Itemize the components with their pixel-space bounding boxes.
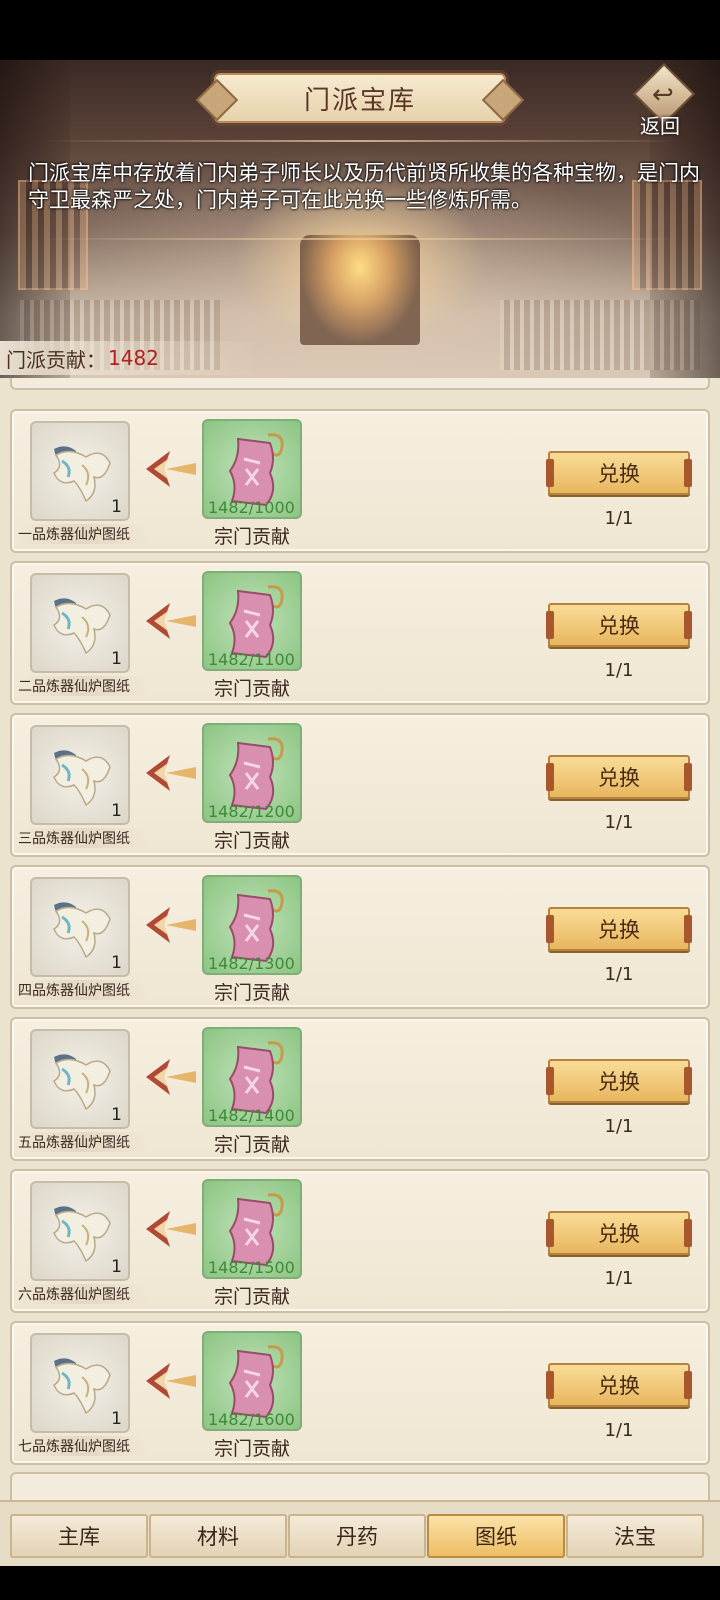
back-chevron-icon: ↩ — [652, 80, 674, 110]
list-item: 1 五品炼器仙炉图纸 1482/1400 宗门贡献 兑换 1/1 — [10, 1017, 710, 1161]
system-nav-strip — [0, 1566, 720, 1600]
cost-item-slot[interactable]: 1482/1000 — [202, 419, 302, 519]
reward-item-slot[interactable]: 1 — [30, 1029, 130, 1129]
cost-name: 宗门贡献 — [213, 678, 290, 700]
reward-item-slot[interactable]: 1 — [30, 1181, 130, 1281]
exchange-button[interactable]: 兑换 — [546, 1059, 692, 1103]
exchange-limit: 1/1 — [604, 1268, 634, 1289]
cost-progress: 1482/1600 — [208, 1410, 295, 1429]
exchange-limit: 1/1 — [604, 660, 634, 681]
page-title: 门派宝库 — [303, 85, 416, 116]
tab-blueprints[interactable]: 图纸 — [427, 1514, 565, 1558]
exchange-button[interactable]: 兑换 — [546, 451, 692, 495]
cost-progress: 1482/1200 — [208, 802, 295, 821]
list-item: 1 七品炼器仙炉图纸 1482/1600 宗门贡献 兑换 1/1 — [10, 1321, 710, 1465]
cost-name: 宗门贡献 — [213, 1134, 290, 1156]
cost-item-slot[interactable]: 1482/1600 — [202, 1331, 302, 1431]
reward-item-slot[interactable]: 1 — [30, 1333, 130, 1433]
background-altar — [300, 235, 420, 345]
tab-materials[interactable]: 材料 — [149, 1514, 287, 1558]
reward-item-slot[interactable]: 1 — [30, 877, 130, 977]
cost-item-slot[interactable]: 1482/1500 — [202, 1179, 302, 1279]
exchange-button[interactable]: 兑换 — [546, 907, 692, 951]
exchange-limit: 1/1 — [604, 964, 634, 985]
divider-top — [40, 140, 680, 142]
cost-item-slot[interactable]: 1482/1100 — [202, 571, 302, 671]
cost-name: 宗门贡献 — [213, 982, 290, 1004]
cost-item-slot[interactable]: 1482/1400 — [202, 1027, 302, 1127]
item-name: 二品炼器仙炉图纸 — [18, 676, 148, 696]
list-item: 1 二品炼器仙炉图纸 1482/1100 宗门贡献 兑换 1/1 — [10, 561, 710, 705]
item-count: 1 — [111, 1409, 122, 1429]
item-count: 1 — [111, 497, 122, 517]
item-name: 三品炼器仙炉图纸 — [18, 828, 148, 848]
contribution-label: 门派贡献： — [6, 347, 106, 372]
list-item: 1 四品炼器仙炉图纸 1482/1300 宗门贡献 兑换 1/1 — [10, 865, 710, 1009]
background-shelf-right — [500, 300, 700, 370]
cost-progress: 1482/1500 — [208, 1258, 295, 1277]
item-count: 1 — [111, 953, 122, 973]
exchange-limit: 1/1 — [604, 508, 634, 529]
item-count: 1 — [111, 801, 122, 821]
item-count: 1 — [111, 1105, 122, 1125]
exchange-limit: 1/1 — [604, 1116, 634, 1137]
cost-item-slot[interactable]: 1482/1200 — [202, 723, 302, 823]
tab-treasures[interactable]: 法宝 — [566, 1514, 704, 1558]
cost-name: 宗门贡献 — [213, 1286, 290, 1308]
tab-pills[interactable]: 丹药 — [288, 1514, 426, 1558]
reward-item-slot[interactable]: 1 — [30, 725, 130, 825]
list-item-partial — [10, 378, 710, 390]
exchange-limit: 1/1 — [604, 812, 634, 833]
vault-description: 门派宝库中存放着门内弟子师长以及历代前贤所收集的各种宝物，是门内守卫最森严之处，… — [28, 161, 700, 212]
contribution-display: 门派贡献： 1482 — [0, 341, 260, 375]
item-name: 一品炼器仙炉图纸 — [18, 524, 148, 544]
exchange-list[interactable]: 1 一品炼器仙炉图纸 1482/1000 宗门贡献 兑换 1/1 1 二品炼器仙… — [0, 378, 720, 1500]
exchange-limit: 1/1 — [604, 1420, 634, 1441]
tab-main-vault[interactable]: 主库 — [10, 1514, 148, 1558]
cost-progress: 1482/1000 — [208, 498, 295, 517]
cost-name: 宗门贡献 — [213, 526, 290, 548]
status-bar — [0, 0, 720, 60]
list-item: 1 一品炼器仙炉图纸 1482/1000 宗门贡献 兑换 1/1 — [10, 409, 710, 553]
exchange-button[interactable]: 兑换 — [546, 1363, 692, 1407]
contribution-value: 1482 — [108, 346, 159, 370]
cost-name: 宗门贡献 — [213, 830, 290, 852]
reward-item-slot[interactable]: 1 — [30, 421, 130, 521]
list-item: 1 三品炼器仙炉图纸 1482/1200 宗门贡献 兑换 1/1 — [10, 713, 710, 857]
divider-bottom — [40, 238, 680, 240]
exchange-button[interactable]: 兑换 — [546, 603, 692, 647]
cost-progress: 1482/1100 — [208, 650, 295, 669]
item-name: 五品炼器仙炉图纸 — [18, 1132, 148, 1152]
title-plaque: 门派宝库 — [214, 73, 506, 123]
cost-name: 宗门贡献 — [213, 1438, 290, 1460]
item-count: 1 — [111, 1257, 122, 1277]
cost-item-slot[interactable]: 1482/1300 — [202, 875, 302, 975]
list-item-partial — [10, 1472, 710, 1500]
exchange-button[interactable]: 兑换 — [546, 755, 692, 799]
cost-progress: 1482/1400 — [208, 1106, 295, 1125]
item-name: 六品炼器仙炉图纸 — [18, 1284, 148, 1304]
item-name: 七品炼器仙炉图纸 — [18, 1436, 148, 1456]
list-item: 1 六品炼器仙炉图纸 1482/1500 宗门贡献 兑换 1/1 — [10, 1169, 710, 1313]
back-button-label[interactable]: 返回 — [640, 110, 680, 139]
cost-progress: 1482/1300 — [208, 954, 295, 973]
item-name: 四品炼器仙炉图纸 — [18, 980, 148, 1000]
reward-item-slot[interactable]: 1 — [30, 573, 130, 673]
exchange-button[interactable]: 兑换 — [546, 1211, 692, 1255]
item-count: 1 — [111, 649, 122, 669]
